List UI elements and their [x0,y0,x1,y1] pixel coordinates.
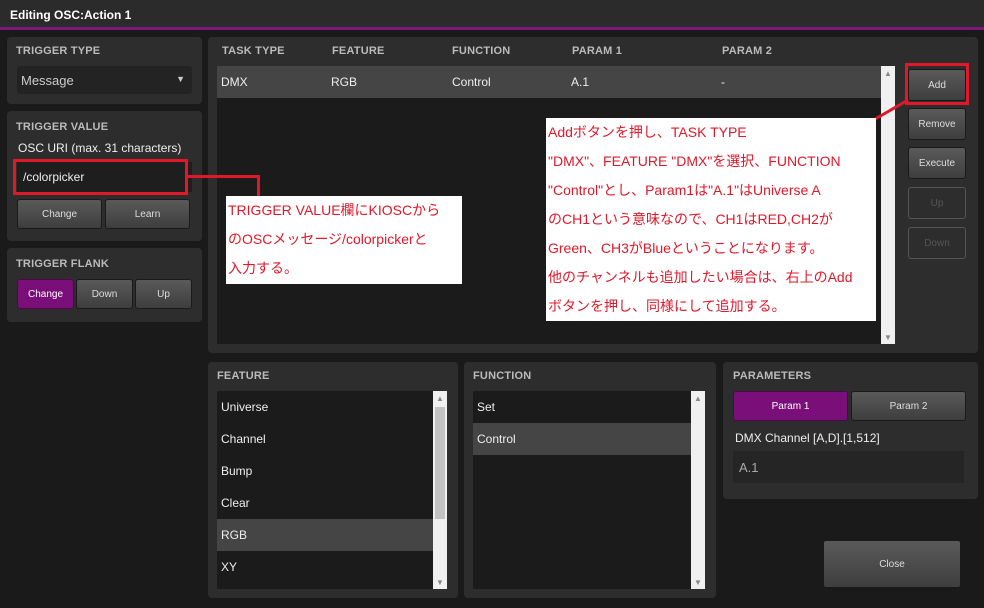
trigger-flank-panel: TRIGGER FLANK Change Down Up [7,248,202,322]
function-panel: FUNCTION Set Control ▲ ▼ [464,362,716,598]
table-row[interactable]: DMX RGB Control A.1 - [217,66,888,98]
trigger-value-label: TRIGGER VALUE [16,121,109,133]
col-param1: PARAM 1 [572,45,623,57]
list-item[interactable]: Bump [217,455,435,487]
remove-button[interactable]: Remove [908,108,966,140]
chevron-down-icon: ▼ [176,74,185,84]
list-item[interactable]: XY [217,551,435,583]
annotation-left-line: TRIGGER VALUE欄にKIOSCから [228,202,441,218]
scroll-down-arrow-icon[interactable]: ▼ [433,575,447,589]
annotation-right-line: Green、CH3がBlueということになります。 [548,240,824,256]
cell-feature: RGB [331,75,358,89]
change-uri-button[interactable]: Change [17,199,102,229]
parameters-label: PARAMETERS [733,370,812,382]
dmx-channel-value: A.1 [739,460,759,475]
close-button[interactable]: Close [823,540,961,588]
function-scrollbar[interactable]: ▲ ▼ [691,391,705,589]
trigger-type-panel: TRIGGER TYPE Message ▼ [7,37,202,104]
cell-task-type: DMX [221,75,248,89]
trigger-flank-label: TRIGGER FLANK [16,258,110,270]
list-item[interactable]: Set [473,391,691,423]
annotation-right-line: のCH1という意味なので、CH1はRED,CH2が [548,211,833,227]
param2-tab[interactable]: Param 2 [851,391,966,421]
osc-uri-label: OSC URI (max. 31 characters) [18,141,182,155]
annotation-right-line: "Control"とし、Param1は"A.1"はUniverse A [548,182,821,198]
down-button[interactable]: Down [908,227,966,259]
annotation-left-line: 入力する。 [228,260,298,276]
col-feature: FEATURE [332,45,385,57]
feature-label: FEATURE [217,370,270,382]
dmx-channel-label: DMX Channel [A,D].[1,512] [735,431,880,445]
param1-tab[interactable]: Param 1 [733,391,848,421]
scroll-thumb[interactable] [435,407,445,519]
trigger-type-label: TRIGGER TYPE [16,45,101,57]
list-item[interactable]: Control [473,423,691,455]
list-item[interactable]: Clear [217,487,435,519]
annotation-right-line: Addボタンを押し、TASK TYPE [548,124,747,140]
annotation-right-line: ボタンを押し、同様にして追加する。 [548,298,786,314]
scroll-up-arrow-icon[interactable]: ▲ [691,391,705,405]
annotation-right-line: "DMX"、FEATURE "DMX"を選択、FUNCTION [548,153,841,169]
annotation-highlight-uri [13,159,188,195]
col-task-type: TASK TYPE [222,45,285,57]
learn-button[interactable]: Learn [105,199,190,229]
annotation-connector-left-h [188,175,260,178]
annotation-left: TRIGGER VALUE欄にKIOSCから のOSCメッセージ/colorpi… [226,196,462,284]
annotation-right-line: 他のチャンネルも追加したい場合は、右上のAdd [548,269,853,285]
annotation-left-line: のOSCメッセージ/colorpickerと [228,231,428,247]
window-title: Editing OSC:Action 1 [10,8,132,22]
window-titlebar: Editing OSC:Action 1 [0,0,984,30]
annotation-highlight-add [905,63,969,105]
trigger-type-value: Message [21,73,74,88]
flank-down-button[interactable]: Down [76,279,133,309]
cell-function: Control [452,75,491,89]
up-button[interactable]: Up [908,187,966,219]
cell-param1: A.1 [571,75,590,89]
flank-change-button[interactable]: Change [17,279,74,309]
annotation-right: Addボタンを押し、TASK TYPE "DMX"、FEATURE "DMX"を… [546,118,876,321]
feature-scrollbar[interactable]: ▲ ▼ [433,391,447,589]
function-label: FUNCTION [473,370,532,382]
execute-button[interactable]: Execute [908,147,966,179]
feature-list: Universe Channel Bump Clear RGB XY [217,391,435,589]
parameters-panel: PARAMETERS Param 1 Param 2 DMX Channel [… [723,362,978,499]
cell-param2: - [721,75,725,89]
scroll-up-arrow-icon[interactable]: ▲ [433,391,447,405]
annotation-connector-left-v [257,175,260,196]
scroll-down-arrow-icon[interactable]: ▼ [881,330,895,344]
feature-panel: FEATURE Universe Channel Bump Clear RGB … [208,362,458,598]
function-list: Set Control [473,391,691,589]
scroll-down-arrow-icon[interactable]: ▼ [691,575,705,589]
trigger-type-select[interactable]: Message ▼ [17,66,192,94]
list-item[interactable]: Channel [217,423,435,455]
scroll-up-arrow-icon[interactable]: ▲ [881,66,895,80]
col-param2: PARAM 2 [722,45,773,57]
col-function: FUNCTION [452,45,511,57]
list-item[interactable]: RGB [217,519,435,551]
dmx-channel-input[interactable]: A.1 [733,451,964,483]
list-item[interactable]: Universe [217,391,435,423]
flank-up-button[interactable]: Up [135,279,192,309]
